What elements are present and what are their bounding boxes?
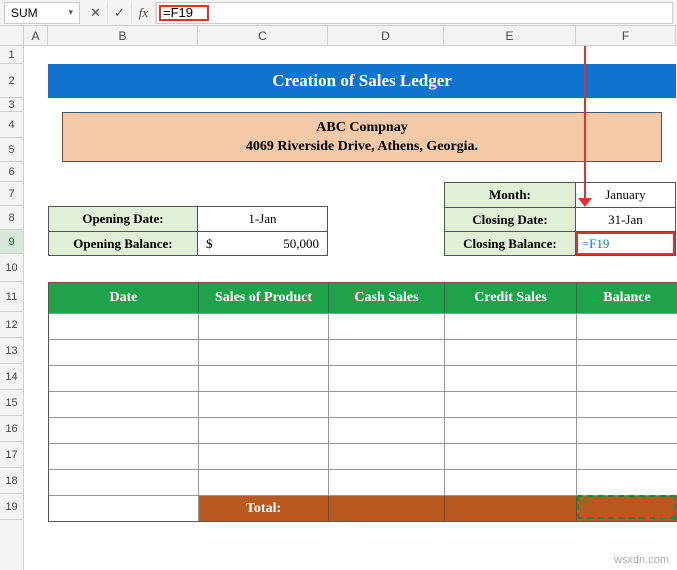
table-header-row: Date Sales of Product Cash Sales Credit … (49, 283, 677, 313)
col-header-F[interactable]: F (576, 26, 676, 45)
month-label: Month: (445, 183, 576, 207)
arrowhead-icon (578, 198, 592, 207)
column-headers: A B C D E F (0, 26, 677, 46)
company-block: ABC Compnay 4069 Riverside Drive, Athens… (62, 112, 662, 162)
row-header-3[interactable]: 3 (0, 98, 23, 112)
row-header-19[interactable]: 19 (0, 494, 23, 520)
closing-date-value[interactable]: 31-Jan (576, 208, 675, 231)
row-header-7[interactable]: 7 (0, 182, 23, 206)
opening-block: Opening Date: 1-Jan Opening Balance: $ 5… (48, 206, 328, 256)
total-label: Total: (199, 496, 329, 521)
row-header-11[interactable]: 11 (0, 282, 23, 312)
th-cash-sales[interactable]: Cash Sales (329, 283, 445, 313)
row-header-17[interactable]: 17 (0, 442, 23, 468)
row-header-5[interactable]: 5 (0, 138, 23, 162)
select-all-triangle[interactable] (0, 26, 24, 45)
total-credit[interactable] (445, 496, 577, 521)
row-header-1[interactable]: 1 (0, 46, 23, 64)
opening-date-value[interactable]: 1-Jan (198, 207, 327, 231)
watermark: wsxdn.com (614, 554, 669, 566)
row-header-6[interactable]: 6 (0, 162, 23, 182)
col-header-C[interactable]: C (198, 26, 328, 45)
th-date[interactable]: Date (49, 283, 199, 313)
formula-bar: SUM ▾ ✕ ✓ fx =F19 (0, 0, 677, 26)
company-name: ABC Compnay (316, 120, 407, 136)
table-footer-row: Total: (49, 495, 677, 521)
col-header-B[interactable]: B (48, 26, 198, 45)
page-title: Creation of Sales Ledger (48, 64, 676, 98)
table-row[interactable] (49, 417, 677, 443)
formula-input[interactable]: =F19 (156, 2, 673, 24)
table-row[interactable] (49, 391, 677, 417)
row-header-14[interactable]: 14 (0, 364, 23, 390)
total-cash[interactable] (329, 496, 445, 521)
th-credit-sales[interactable]: Credit Sales (445, 283, 577, 313)
table-row[interactable] (49, 469, 677, 495)
row-header-2[interactable]: 2 (0, 64, 23, 98)
grid-area: 1 2 3 4 5 6 7 8 9 10 11 12 13 14 15 16 1… (0, 46, 677, 570)
col-header-E[interactable]: E (444, 26, 576, 45)
row-header-4[interactable]: 4 (0, 112, 23, 138)
row-header-9[interactable]: 9 (0, 230, 23, 254)
row-header-10[interactable]: 10 (0, 254, 23, 282)
opening-balance-label: Opening Balance: (49, 232, 198, 255)
opening-balance-amount: 50,000 (283, 236, 319, 252)
row-header-15[interactable]: 15 (0, 390, 23, 416)
row-header-13[interactable]: 13 (0, 338, 23, 364)
table-row[interactable] (49, 365, 677, 391)
chevron-down-icon[interactable]: ▾ (68, 7, 73, 18)
opening-balance-value[interactable]: $ 50,000 (198, 232, 327, 255)
total-balance[interactable] (577, 496, 677, 521)
enter-icon[interactable]: ✓ (108, 2, 132, 24)
sheet[interactable]: Creation of Sales Ledger ABC Compnay 406… (24, 46, 677, 570)
company-address: 4069 Riverside Drive, Athens, Georgia. (246, 139, 478, 155)
fx-icon[interactable]: fx (132, 2, 156, 24)
table-row[interactable] (49, 443, 677, 469)
formula-text: =F19 (163, 5, 193, 20)
closing-balance-label: Closing Balance: (445, 232, 576, 255)
row-header-8[interactable]: 8 (0, 206, 23, 230)
row-header-12[interactable]: 12 (0, 312, 23, 338)
cancel-icon[interactable]: ✕ (84, 2, 108, 24)
opening-date-label: Opening Date: (49, 207, 198, 231)
name-box[interactable]: SUM ▾ (4, 2, 80, 24)
table-row[interactable] (49, 339, 677, 365)
row-header-18[interactable]: 18 (0, 468, 23, 494)
col-header-A[interactable]: A (24, 26, 48, 45)
col-header-D[interactable]: D (328, 26, 444, 45)
closing-date-label: Closing Date: (445, 208, 576, 231)
th-balance[interactable]: Balance (577, 283, 677, 313)
currency-symbol: $ (206, 236, 213, 252)
row-headers: 1 2 3 4 5 6 7 8 9 10 11 12 13 14 15 16 1… (0, 46, 24, 570)
closing-balance-value[interactable]: =F19 (576, 232, 675, 255)
name-box-text: SUM (11, 6, 38, 20)
row-header-16[interactable]: 16 (0, 416, 23, 442)
data-table: Date Sales of Product Cash Sales Credit … (48, 282, 677, 522)
table-row[interactable] (49, 313, 677, 339)
closing-block: Month: January Closing Date: 31-Jan Clos… (444, 182, 676, 256)
th-sales-product[interactable]: Sales of Product (199, 283, 329, 313)
